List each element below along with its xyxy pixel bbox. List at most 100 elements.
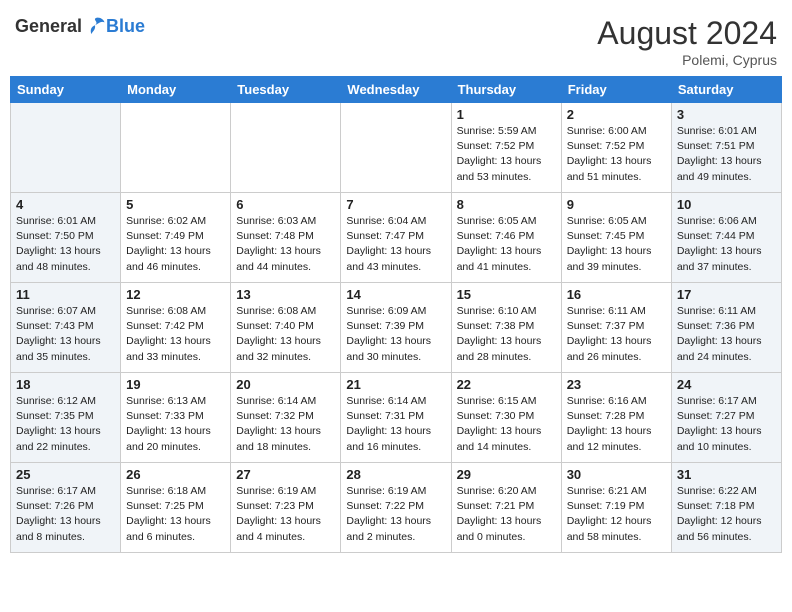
calendar-cell: 29 Sunrise: 6:20 AM Sunset: 7:21 PM Dayli… [451,463,561,553]
day-number: 21 [346,377,445,392]
header-monday: Monday [121,77,231,103]
calendar-cell: 5 Sunrise: 6:02 AM Sunset: 7:49 PM Daylig… [121,193,231,283]
calendar-cell: 19 Sunrise: 6:13 AM Sunset: 7:33 PM Dayli… [121,373,231,463]
day-number: 19 [126,377,225,392]
calendar-cell: 28Sunrise: 6:19 AM Sunset: 7:22 PM Dayli… [341,463,451,553]
day-number: 5 [126,197,225,212]
calendar-cell: 6Sunrise: 6:03 AM Sunset: 7:48 PM Daylig… [231,193,341,283]
week-row-3: 11 Sunrise: 6:07 AM Sunset: 7:43 PM Dayli… [11,283,782,373]
day-info: Sunrise: 6:21 AM Sunset: 7:19 PM Dayligh… [567,484,666,545]
day-number: 14 [346,287,445,302]
calendar-cell: 27 Sunrise: 6:19 AM Sunset: 7:23 PM Dayli… [231,463,341,553]
calendar-cell: 15 Sunrise: 6:10 AM Sunset: 7:38 PM Dayli… [451,283,561,373]
calendar-cell: 21 Sunrise: 6:14 AM Sunset: 7:31 PM Dayli… [341,373,451,463]
calendar-cell [121,103,231,193]
day-number: 3 [677,107,776,122]
calendar-cell: 1 Sunrise: 5:59 AM Sunset: 7:52 PM Daylig… [451,103,561,193]
day-number: 23 [567,377,666,392]
header-saturday: Saturday [671,77,781,103]
calendar-cell: 7Sunrise: 6:04 AM Sunset: 7:47 PM Daylig… [341,193,451,283]
day-info: Sunrise: 6:17 AM Sunset: 7:26 PM Dayligh… [16,484,115,545]
calendar-cell: 11 Sunrise: 6:07 AM Sunset: 7:43 PM Dayli… [11,283,121,373]
day-number: 13 [236,287,335,302]
day-number: 16 [567,287,666,302]
week-row-5: 25Sunrise: 6:17 AM Sunset: 7:26 PM Dayli… [11,463,782,553]
calendar-cell: 26Sunrise: 6:18 AM Sunset: 7:25 PM Dayli… [121,463,231,553]
week-row-2: 4 Sunrise: 6:01 AM Sunset: 7:50 PM Daylig… [11,193,782,283]
calendar-cell: 12 Sunrise: 6:08 AM Sunset: 7:42 PM Dayli… [121,283,231,373]
calendar-cell: 24Sunrise: 6:17 AM Sunset: 7:27 PM Dayli… [671,373,781,463]
calendar-cell: 31 Sunrise: 6:22 AM Sunset: 7:18 PM Dayli… [671,463,781,553]
day-info: Sunrise: 6:02 AM Sunset: 7:49 PM Dayligh… [126,214,225,275]
day-info: Sunrise: 6:10 AM Sunset: 7:38 PM Dayligh… [457,304,556,365]
week-row-4: 18 Sunrise: 6:12 AM Sunset: 7:35 PM Dayli… [11,373,782,463]
day-info: Sunrise: 6:01 AM Sunset: 7:51 PM Dayligh… [677,124,776,185]
day-info: Sunrise: 6:05 AM Sunset: 7:45 PM Dayligh… [567,214,666,275]
calendar-cell: 30 Sunrise: 6:21 AM Sunset: 7:19 PM Dayli… [561,463,671,553]
day-info: Sunrise: 6:07 AM Sunset: 7:43 PM Dayligh… [16,304,115,365]
day-info: Sunrise: 6:11 AM Sunset: 7:37 PM Dayligh… [567,304,666,365]
day-number: 7 [346,197,445,212]
calendar-cell: 9Sunrise: 6:05 AM Sunset: 7:45 PM Daylig… [561,193,671,283]
calendar-cell [341,103,451,193]
header-thursday: Thursday [451,77,561,103]
day-number: 12 [126,287,225,302]
calendar-cell: 22Sunrise: 6:15 AM Sunset: 7:30 PM Dayli… [451,373,561,463]
page-header: General Blue August 2024 Polemi, Cyprus [10,10,782,68]
day-number: 30 [567,467,666,482]
day-info: Sunrise: 6:08 AM Sunset: 7:40 PM Dayligh… [236,304,335,365]
calendar-cell: 3 Sunrise: 6:01 AM Sunset: 7:51 PM Daylig… [671,103,781,193]
day-info: Sunrise: 6:14 AM Sunset: 7:32 PM Dayligh… [236,394,335,455]
header-row: SundayMondayTuesdayWednesdayThursdayFrid… [11,77,782,103]
calendar-cell: 10Sunrise: 6:06 AM Sunset: 7:44 PM Dayli… [671,193,781,283]
day-number: 24 [677,377,776,392]
day-number: 2 [567,107,666,122]
day-number: 18 [16,377,115,392]
logo-bird-icon [84,15,106,37]
day-number: 10 [677,197,776,212]
header-tuesday: Tuesday [231,77,341,103]
day-info: Sunrise: 6:08 AM Sunset: 7:42 PM Dayligh… [126,304,225,365]
day-info: Sunrise: 6:16 AM Sunset: 7:28 PM Dayligh… [567,394,666,455]
header-wednesday: Wednesday [341,77,451,103]
header-friday: Friday [561,77,671,103]
day-number: 1 [457,107,556,122]
calendar-cell: 13 Sunrise: 6:08 AM Sunset: 7:40 PM Dayli… [231,283,341,373]
logo-blue-text: Blue [106,16,145,37]
day-number: 29 [457,467,556,482]
day-info: Sunrise: 6:11 AM Sunset: 7:36 PM Dayligh… [677,304,776,365]
day-info: Sunrise: 6:20 AM Sunset: 7:21 PM Dayligh… [457,484,556,545]
day-info: Sunrise: 6:19 AM Sunset: 7:23 PM Dayligh… [236,484,335,545]
day-info: Sunrise: 5:59 AM Sunset: 7:52 PM Dayligh… [457,124,556,185]
day-info: Sunrise: 6:09 AM Sunset: 7:39 PM Dayligh… [346,304,445,365]
calendar-cell: 16 Sunrise: 6:11 AM Sunset: 7:37 PM Dayli… [561,283,671,373]
calendar-cell: 14 Sunrise: 6:09 AM Sunset: 7:39 PM Dayli… [341,283,451,373]
calendar-table: SundayMondayTuesdayWednesdayThursdayFrid… [10,76,782,553]
location-subtitle: Polemi, Cyprus [597,52,777,68]
logo: General Blue [15,15,145,37]
day-info: Sunrise: 6:05 AM Sunset: 7:46 PM Dayligh… [457,214,556,275]
logo-general-text: General [15,16,82,37]
day-number: 11 [16,287,115,302]
day-number: 27 [236,467,335,482]
day-info: Sunrise: 6:00 AM Sunset: 7:52 PM Dayligh… [567,124,666,185]
day-info: Sunrise: 6:19 AM Sunset: 7:22 PM Dayligh… [346,484,445,545]
calendar-cell: 18 Sunrise: 6:12 AM Sunset: 7:35 PM Dayli… [11,373,121,463]
calendar-cell: 4 Sunrise: 6:01 AM Sunset: 7:50 PM Daylig… [11,193,121,283]
day-number: 26 [126,467,225,482]
calendar-cell: 23 Sunrise: 6:16 AM Sunset: 7:28 PM Dayli… [561,373,671,463]
day-number: 15 [457,287,556,302]
day-info: Sunrise: 6:14 AM Sunset: 7:31 PM Dayligh… [346,394,445,455]
day-number: 8 [457,197,556,212]
calendar-cell: 2 Sunrise: 6:00 AM Sunset: 7:52 PM Daylig… [561,103,671,193]
day-number: 31 [677,467,776,482]
calendar-cell: 8 Sunrise: 6:05 AM Sunset: 7:46 PM Daylig… [451,193,561,283]
day-number: 4 [16,197,115,212]
day-info: Sunrise: 6:01 AM Sunset: 7:50 PM Dayligh… [16,214,115,275]
day-number: 17 [677,287,776,302]
day-info: Sunrise: 6:22 AM Sunset: 7:18 PM Dayligh… [677,484,776,545]
calendar-cell: 20Sunrise: 6:14 AM Sunset: 7:32 PM Dayli… [231,373,341,463]
day-info: Sunrise: 6:03 AM Sunset: 7:48 PM Dayligh… [236,214,335,275]
day-info: Sunrise: 6:13 AM Sunset: 7:33 PM Dayligh… [126,394,225,455]
day-info: Sunrise: 6:12 AM Sunset: 7:35 PM Dayligh… [16,394,115,455]
